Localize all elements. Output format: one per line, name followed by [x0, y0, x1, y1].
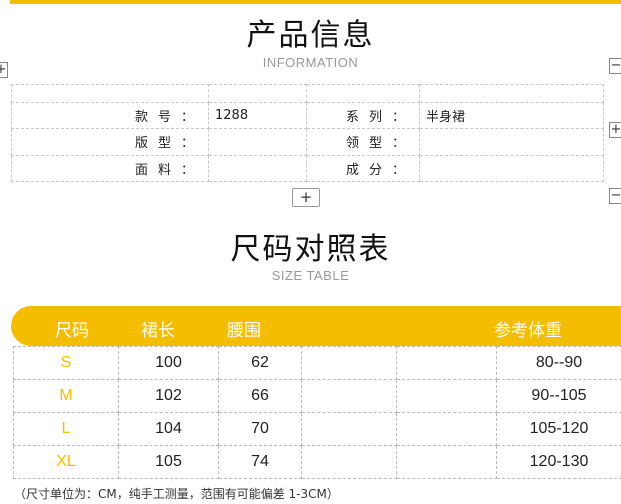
right-edge-button-2[interactable]: + — [609, 122, 621, 138]
table-row: S 100 62 80--90 — [13, 346, 621, 380]
info-row-1: 款号： 1288 系列： 半身裙 — [11, 101, 604, 130]
weight-cell: 105-120 — [496, 412, 621, 446]
empty-cell — [301, 346, 397, 380]
length-cell: 105 — [118, 445, 219, 479]
info-subtitle: INFORMATION — [262, 55, 359, 70]
right-edge-button-3[interactable]: − — [609, 188, 621, 204]
minus-icon: − — [610, 58, 621, 73]
size-cell: XL — [13, 445, 119, 479]
table-row: XL 105 74 120-130 — [13, 445, 621, 479]
size-cell: S — [13, 346, 119, 380]
series-label: 系列： — [306, 101, 420, 130]
composition-label: 成分： — [306, 154, 420, 183]
size-cell: M — [13, 379, 119, 413]
header-size: 尺码 — [55, 321, 89, 341]
size-subtitle: SIZE TABLE — [271, 268, 350, 283]
minus-icon: − — [610, 188, 621, 203]
plus-icon: + — [610, 122, 621, 137]
header-waist: 腰围 — [227, 321, 261, 341]
waist-cell: 62 — [218, 346, 302, 380]
empty-cell — [396, 445, 497, 479]
waist-cell: 74 — [218, 445, 302, 479]
empty-cell — [301, 379, 397, 413]
info-row-2: 版型： 领型： — [11, 128, 604, 156]
waist-cell: 70 — [218, 412, 302, 446]
size-title: 尺码对照表 — [230, 232, 391, 267]
right-edge-button-1[interactable]: − — [609, 58, 621, 74]
fabric-label: 面料： — [11, 154, 209, 183]
table-row: L 104 70 105-120 — [13, 412, 621, 446]
length-cell: 102 — [118, 379, 219, 413]
pattern-label: 版型： — [11, 128, 209, 156]
plus-icon: + — [299, 188, 313, 206]
empty-cell — [396, 412, 497, 446]
left-edge-button[interactable]: + — [0, 62, 8, 78]
info-title: 产品信息 — [246, 18, 375, 53]
collar-value[interactable] — [419, 128, 604, 156]
header-weight: 参考体重 — [494, 321, 562, 341]
weight-cell: 120-130 — [496, 445, 621, 479]
style-no-label: 款号： — [11, 101, 209, 130]
weight-cell: 90--105 — [496, 379, 621, 413]
size-table-header: 尺码 裙长 腰围 参考体重 — [11, 306, 621, 346]
empty-cell — [396, 379, 497, 413]
fabric-value[interactable] — [208, 154, 307, 183]
info-row-3: 面料： 成分： — [11, 154, 604, 183]
weight-cell: 80--90 — [496, 346, 621, 380]
style-no-value[interactable]: 1288 — [208, 101, 307, 130]
info-row-blank — [11, 84, 604, 103]
empty-cell — [396, 346, 497, 380]
empty-cell — [301, 445, 397, 479]
empty-cell — [301, 412, 397, 446]
top-accent-bar — [10, 0, 621, 4]
size-note: （尺寸单位为：CM，纯手工测量，范围有可能偏差 1-3CM） — [14, 487, 339, 501]
add-row-button[interactable]: + — [292, 188, 320, 207]
product-info-table: 款号： 1288 系列： 半身裙 版型： 领型： 面料： 成分： — [11, 84, 604, 183]
collar-label: 领型： — [306, 128, 420, 156]
plus-icon: + — [0, 62, 7, 77]
table-row: M 102 66 90--105 — [13, 379, 621, 413]
size-cell: L — [13, 412, 119, 446]
length-cell: 100 — [118, 346, 219, 380]
header-length: 裙长 — [141, 321, 175, 341]
composition-value[interactable] — [419, 154, 604, 183]
waist-cell: 66 — [218, 379, 302, 413]
length-cell: 104 — [118, 412, 219, 446]
series-value[interactable]: 半身裙 — [419, 101, 604, 130]
pattern-value[interactable] — [208, 128, 307, 156]
size-table: S 100 62 80--90 M 102 66 90--105 L 104 7… — [13, 346, 621, 479]
